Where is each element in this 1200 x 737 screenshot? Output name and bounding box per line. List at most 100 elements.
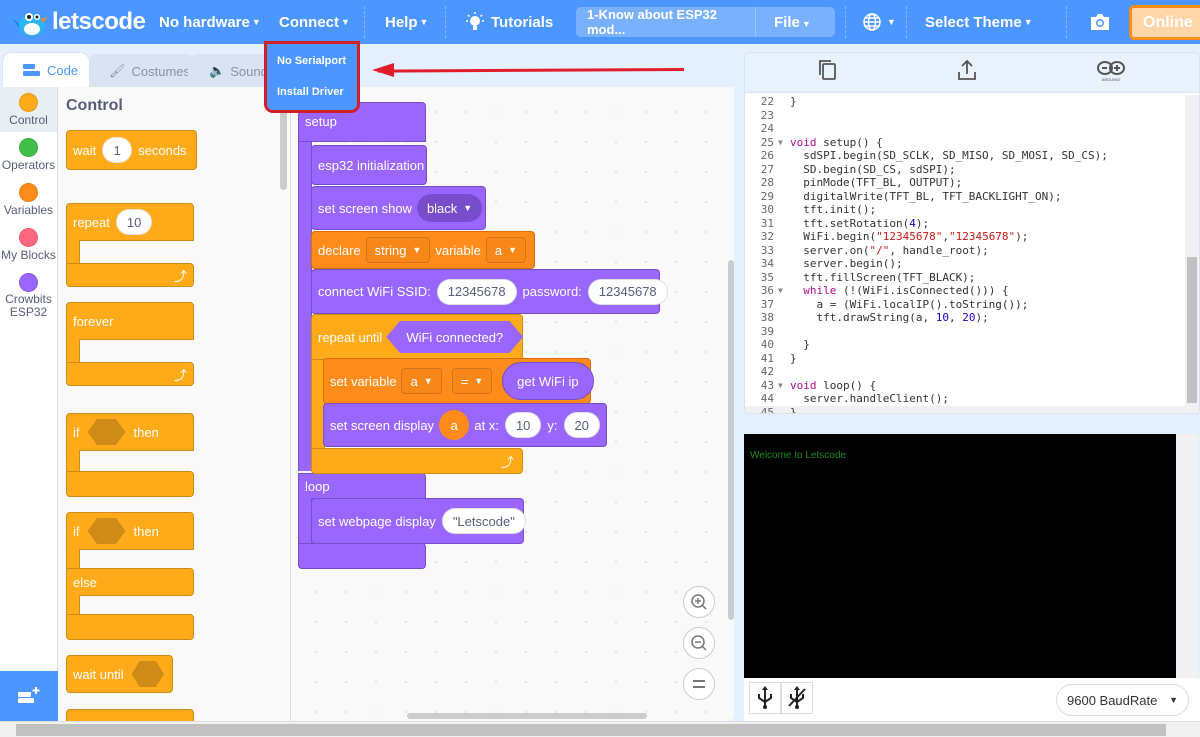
set-screen-display-block[interactable]: set screen display a at x: 10 y: 20 [323,403,607,447]
scrollbar-thumb[interactable] [1187,257,1197,403]
get-wifi-ip-reporter[interactable]: get WiFi ip [502,362,594,400]
wait-seconds-block[interactable]: wait 1 seconds [66,130,197,170]
ssid-input[interactable]: 12345678 [436,278,517,305]
webpage-text-input[interactable]: "Letscode" [441,508,526,534]
theme-menu[interactable]: Select Theme ▼ [925,0,1033,44]
set-webpage-display-block[interactable]: set webpage display "Letscode" [311,498,526,544]
connect-menu[interactable]: Connect ▼ [279,0,350,44]
workspace-horizontal-scrollbar[interactable] [407,713,647,719]
repeat-until-block[interactable]: repeat until WiFi connected? [311,314,524,360]
add-extension-button[interactable] [0,671,58,721]
wait-until-block[interactable]: wait until [66,655,173,693]
condition-slot[interactable] [87,518,126,544]
page-horizontal-scrollbar[interactable] [0,721,1200,737]
if-else-block[interactable]: if then [66,512,194,550]
code-line[interactable]: 42 [745,365,1185,379]
code-line[interactable]: 45} [745,405,1185,413]
category-my-blocks[interactable]: My Blocks [0,222,57,267]
code-line[interactable]: 28 pinMode(TFT_BL, OUTPUT); [745,176,1185,190]
screenshot-button[interactable] [1089,0,1111,44]
operator-dropdown[interactable]: = ▼ [451,368,493,394]
fold-arrow-icon[interactable]: ▼ [778,284,790,298]
type-dropdown[interactable]: string ▼ [365,237,431,263]
baudrate-select[interactable]: 9600 BaudRate ▼ [1056,684,1189,716]
code-line[interactable]: 34 server.begin(); [745,257,1185,271]
code-line[interactable]: 36 ▼ while (!(WiFi.isConnected())) { [745,284,1185,298]
set-variable-block[interactable]: set variable a ▼ = ▼ get WiFi ip [323,358,594,404]
install-driver-item[interactable]: Install Driver [277,86,344,98]
code-line[interactable]: 33 server.on("/", handle_root); [745,244,1185,258]
variable-dropdown[interactable]: a ▼ [401,368,442,394]
category-control[interactable]: Control [0,87,57,132]
copy-button[interactable] [819,59,837,86]
code-line[interactable]: 38 tft.drawString(a, 10, 20); [745,311,1185,325]
project-name-input[interactable]: 1-Know about ESP32 mod... [576,7,756,37]
code-line[interactable]: 27 SD.begin(SD_CS, sdSPI); [745,163,1185,177]
usb-connect-button[interactable] [749,682,781,714]
variable-dropdown[interactable]: a ▼ [485,237,527,263]
condition-slot[interactable] [131,661,164,687]
password-input[interactable]: 12345678 [587,278,668,305]
fold-arrow-icon[interactable]: ▼ [778,379,790,393]
code-line[interactable]: 31 tft.setRotation(4); [745,217,1185,231]
code-line[interactable]: 25 ▼ void setup() { [745,136,1185,150]
code-line[interactable]: 41} [745,352,1185,366]
forever-block[interactable]: forever [66,302,194,340]
code-line[interactable]: 35 tft.fillScreen(TFT_BLACK); [745,271,1185,285]
help-menu[interactable]: Help ▼ [385,0,428,44]
language-menu[interactable]: ▼ [862,0,896,44]
fold-arrow-icon[interactable]: ▼ [778,136,790,150]
code-line[interactable]: 24 [745,122,1185,136]
code-line[interactable]: 23 [745,109,1185,123]
online-button[interactable]: Online [1129,5,1200,40]
y-input[interactable]: 20 [563,412,600,438]
code-line[interactable]: 43 ▼ void loop() { [745,379,1185,393]
tab-costumes[interactable]: 🖌 Costumes [88,54,196,87]
console-scrollbar[interactable] [1177,434,1198,678]
no-serialport-item[interactable]: No Serialport [277,55,346,67]
upload-button[interactable] [957,59,977,86]
declare-variable-block[interactable]: declare string ▼ variable a ▼ [311,231,535,269]
if-then-block[interactable]: if then [66,413,194,451]
x-input[interactable]: 10 [504,412,542,438]
repeat-block[interactable]: repeat 10 [66,203,194,241]
code-line[interactable]: 26 sdSPI.begin(SD_SCLK, SD_MISO, SD_MOSI… [745,149,1185,163]
code-line[interactable]: 44 server.handleClient(); [745,392,1185,406]
scrollbar-thumb[interactable] [16,724,1166,736]
code-line[interactable]: 32 WiFi.begin("12345678","12345678"); [745,230,1185,244]
code-line[interactable]: 37 a = (WiFi.localIP().toString()); [745,298,1185,312]
tutorials-button[interactable]: Tutorials [465,0,553,44]
condition-slot[interactable] [87,419,126,445]
arduino-button[interactable]: ARDUINO [1096,59,1126,88]
seconds-input[interactable]: 1 [102,137,133,163]
variable-reporter[interactable]: a [439,410,470,440]
set-screen-show-block[interactable]: set screen show black ▼ [311,186,486,230]
esp32-init-block[interactable]: esp32 initialization [311,145,427,185]
next-block-partial[interactable] [66,709,194,721]
serial-console[interactable]: Welcome to Letscode [744,434,1176,678]
code-line[interactable]: 30 tft.init(); [745,203,1185,217]
code-line[interactable]: 40 } [745,338,1185,352]
wifi-connected-condition[interactable]: WiFi connected? [386,321,524,353]
color-dropdown[interactable]: black ▼ [416,194,483,222]
category-operators[interactable]: Operators [0,132,57,177]
repeat-count-input[interactable]: 10 [115,209,153,235]
file-menu[interactable]: File ▼ [756,14,811,31]
zoom-reset-button[interactable] [683,668,715,700]
code-line[interactable]: 39 [745,325,1185,339]
logo[interactable]: letscode [12,5,146,39]
hardware-menu[interactable]: No hardware ▼ [159,0,261,44]
category-variables[interactable]: Variables [0,177,57,222]
tab-code[interactable]: Code [2,52,90,87]
category-crowbits-esp32[interactable]: Crowbits ESP32 [0,267,57,327]
workspace-vertical-scrollbar[interactable] [728,260,734,620]
code-editor[interactable]: 22} 23 24 25 ▼ void setup() {26 sdSPI.begin(S… [745,95,1185,413]
zoom-out-button[interactable] [683,627,715,659]
code-scrollbar[interactable] [1185,95,1199,413]
zoom-in-button[interactable] [683,586,715,618]
code-line[interactable]: 22} [745,95,1185,109]
code-line[interactable]: 29 digitalWrite(TFT_BL, TFT_BACKLIGHT_ON… [745,190,1185,204]
connect-wifi-block[interactable]: connect WiFi SSID: 12345678 password: 12… [311,269,668,314]
palette-scrollbar[interactable] [280,110,287,190]
usb-disconnect-button[interactable] [781,682,813,714]
